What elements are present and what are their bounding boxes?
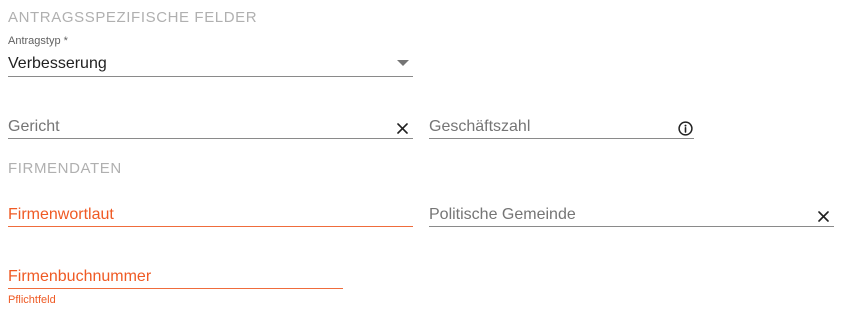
firmenwortlaut-field[interactable]: Firmenwortlaut	[8, 204, 413, 227]
firmenbuchnummer-hint: Pflichtfeld	[8, 294, 56, 306]
geschaeftszahl-field[interactable]: Geschäftszahl	[429, 116, 694, 139]
clear-icon[interactable]	[815, 208, 831, 224]
clear-icon[interactable]	[394, 120, 410, 136]
dropdown-arrow-icon[interactable]	[395, 55, 411, 71]
firmenbuchnummer-field[interactable]: Firmenbuchnummer	[8, 266, 343, 289]
politische-gemeinde-field[interactable]: Politische Gemeinde	[429, 204, 834, 227]
gericht-label: Gericht	[8, 118, 60, 135]
info-icon[interactable]	[677, 120, 693, 136]
gericht-field[interactable]: Gericht	[8, 116, 413, 139]
antragstyp-value: Verbesserung	[8, 55, 107, 72]
section-title-request-fields: ANTRAGSSPEZIFISCHE FELDER	[8, 9, 258, 26]
politische-gemeinde-label: Politische Gemeinde	[429, 206, 576, 223]
antragstyp-label: Antragstyp *	[8, 35, 68, 47]
geschaeftszahl-label: Geschäftszahl	[429, 118, 531, 135]
firmenwortlaut-label: Firmenwortlaut	[8, 206, 114, 223]
firmenbuchnummer-label: Firmenbuchnummer	[8, 268, 152, 285]
antragstyp-select[interactable]: Verbesserung	[8, 54, 413, 77]
section-title-company-data: FIRMENDATEN	[8, 160, 122, 177]
